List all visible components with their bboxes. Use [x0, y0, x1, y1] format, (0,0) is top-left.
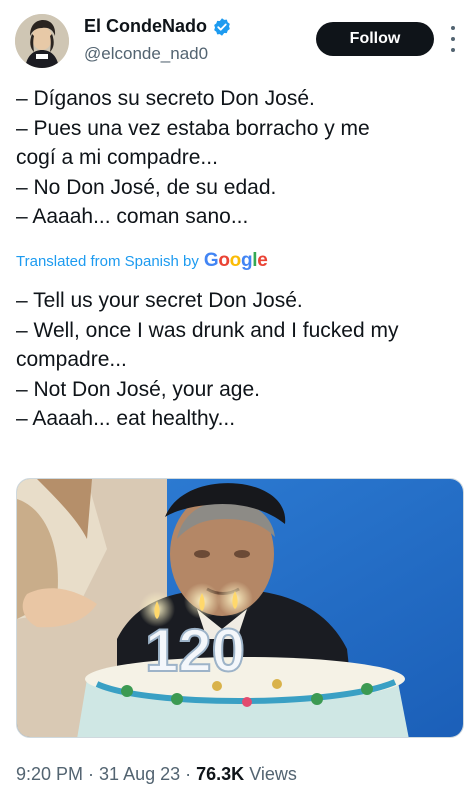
- google-logo: Google: [203, 250, 268, 271]
- translation-text: – Tell us your secret Don José. – Well, …: [16, 286, 466, 434]
- candle-number: 120: [145, 617, 245, 684]
- tweet-line: – No Don José, de su edad.: [16, 175, 277, 199]
- tweet-line: – Aaaah... coman sano...: [16, 205, 249, 228]
- views-count: 76.3K: [196, 764, 245, 784]
- tweet-header: El CondeNado @elconde_nad0 Follow: [0, 0, 468, 80]
- meta-separator: ·: [88, 764, 95, 784]
- meta-separator: ·: [185, 764, 192, 784]
- translation-attribution[interactable]: Translated from Spanish by Google: [16, 250, 268, 272]
- translation-label: Translated from Spanish by: [16, 252, 199, 270]
- more-dot: [451, 48, 455, 52]
- translation-line: – Aaaah... eat healthy...: [16, 407, 236, 430]
- translation-line: – Not Don José, your age.: [16, 377, 260, 401]
- more-dot: [451, 37, 455, 41]
- author-name-row: El CondeNado: [84, 16, 232, 37]
- avatar-portrait-icon: [15, 14, 69, 68]
- author-handle[interactable]: @elconde_nad0: [84, 44, 208, 64]
- translation-line: compadre...: [16, 348, 127, 371]
- tweet-media-photo[interactable]: 120: [16, 478, 464, 738]
- birthday-photo-illustration: 120: [17, 479, 463, 737]
- tweet-line: – Pues una vez estaba borracho y me: [16, 116, 370, 140]
- tweet-line: cogí a mi compadre...: [16, 146, 218, 169]
- more-vertical-icon[interactable]: [444, 26, 462, 52]
- verified-badge-icon: [214, 17, 230, 36]
- tweet-time[interactable]: 9:20 PM: [16, 764, 83, 785]
- author-display-name[interactable]: El CondeNado: [84, 16, 207, 37]
- tweet-text: – Díganos su secreto Don José. – Pues un…: [16, 84, 456, 232]
- translation-line: – Well, once I was drunk and I fucked my: [16, 318, 399, 342]
- tweet-line: – Díganos su secreto Don José.: [16, 87, 315, 110]
- more-dot: [451, 26, 455, 30]
- tweet-meta: 9:20 PM · 31 Aug 23 · 76.3K Views: [16, 764, 297, 785]
- follow-button[interactable]: Follow: [316, 22, 434, 56]
- views-label: Views: [249, 764, 297, 784]
- avatar[interactable]: [15, 14, 69, 68]
- translation-line: – Tell us your secret Don José.: [16, 289, 303, 312]
- tweet-date[interactable]: 31 Aug 23: [99, 764, 180, 785]
